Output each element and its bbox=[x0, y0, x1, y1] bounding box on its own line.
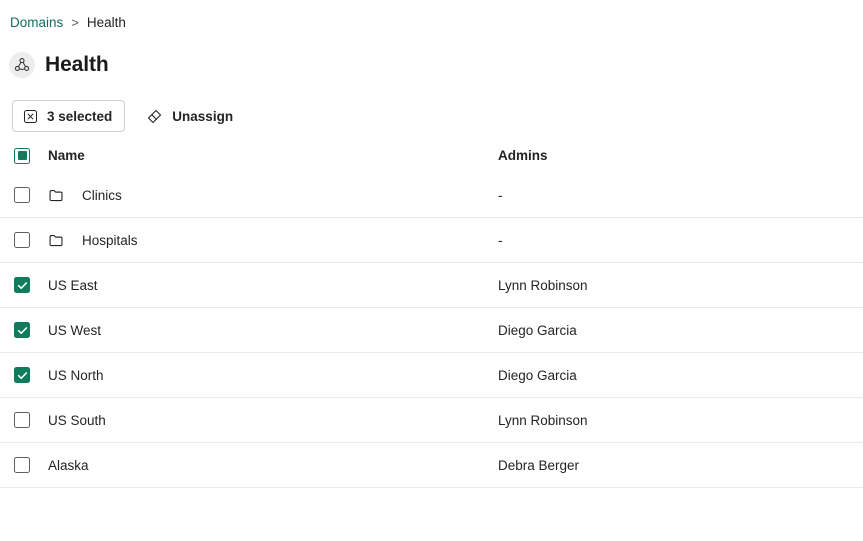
row-checkbox[interactable] bbox=[14, 367, 30, 383]
row-checkbox-cell bbox=[14, 457, 48, 473]
row-checkbox[interactable] bbox=[14, 457, 30, 473]
column-header-name[interactable]: Name bbox=[48, 148, 849, 163]
breadcrumb-current-health: Health bbox=[87, 13, 126, 33]
row-admins-label: Diego Garcia bbox=[498, 323, 577, 338]
row-name-label: Alaska bbox=[48, 458, 89, 473]
select-all-checkbox[interactable] bbox=[14, 148, 30, 164]
row-checkbox[interactable] bbox=[14, 412, 30, 428]
row-admins-label: Debra Berger bbox=[498, 458, 579, 473]
toolbar: 3 selected Unassign bbox=[12, 100, 242, 132]
row-admins-label: - bbox=[498, 188, 503, 203]
unassign-button[interactable]: Unassign bbox=[137, 100, 242, 132]
selected-count-button[interactable]: 3 selected bbox=[12, 100, 125, 132]
row-name-cell: Alaska bbox=[48, 458, 849, 473]
row-name-label: US West bbox=[48, 323, 101, 338]
table-row[interactable]: US North Diego Garcia bbox=[0, 353, 863, 398]
row-checkbox-cell bbox=[14, 412, 48, 428]
table-header-row: Name Admins bbox=[0, 138, 863, 173]
page-title: Health bbox=[45, 53, 109, 77]
row-checkbox[interactable] bbox=[14, 322, 30, 338]
row-name-label: US North bbox=[48, 368, 104, 383]
breadcrumb-link-domains[interactable]: Domains bbox=[10, 13, 63, 33]
domains-table: Name Admins Clinics - Hospitals - US East Lyn… bbox=[0, 138, 863, 488]
table-row[interactable]: Hospitals - bbox=[0, 218, 863, 263]
table-row[interactable]: Alaska Debra Berger bbox=[0, 443, 863, 488]
row-admins-label: Diego Garcia bbox=[498, 368, 577, 383]
column-header-name-label: Name bbox=[48, 148, 85, 163]
table-row[interactable]: US South Lynn Robinson bbox=[0, 398, 863, 443]
page-header: Health bbox=[9, 52, 109, 78]
row-name-label: US East bbox=[48, 278, 98, 293]
row-name-cell: US East bbox=[48, 278, 849, 293]
domain-detail-page: Domains > Health Health 3 selected bbox=[0, 0, 863, 541]
select-all-cell bbox=[14, 148, 48, 164]
breadcrumb: Domains > Health bbox=[10, 13, 126, 33]
row-name-label: US South bbox=[48, 413, 106, 428]
row-checkbox-cell bbox=[14, 367, 48, 383]
row-name-cell: Clinics bbox=[48, 187, 849, 204]
unassign-label: Unassign bbox=[172, 109, 233, 124]
breadcrumb-separator: > bbox=[71, 13, 79, 33]
row-name-label: Clinics bbox=[82, 188, 122, 203]
table-row[interactable]: Clinics - bbox=[0, 173, 863, 218]
table-row[interactable]: US East Lynn Robinson bbox=[0, 263, 863, 308]
x-square-icon bbox=[23, 109, 38, 124]
folder-icon bbox=[48, 232, 82, 249]
table-body: Clinics-Hospitals-US EastLynn RobinsonUS… bbox=[0, 173, 863, 488]
eraser-icon bbox=[146, 108, 163, 125]
selected-count-label: 3 selected bbox=[47, 109, 112, 124]
row-name-cell: US South bbox=[48, 413, 849, 428]
row-checkbox[interactable] bbox=[14, 277, 30, 293]
folder-icon bbox=[48, 187, 82, 204]
row-name-cell: Hospitals bbox=[48, 232, 849, 249]
row-checkbox[interactable] bbox=[14, 232, 30, 248]
row-admins-label: Lynn Robinson bbox=[498, 413, 588, 428]
row-admins-label: Lynn Robinson bbox=[498, 278, 588, 293]
row-name-cell: US West bbox=[48, 323, 849, 338]
row-checkbox-cell bbox=[14, 232, 48, 248]
row-checkbox-cell bbox=[14, 187, 48, 203]
row-name-cell: US North bbox=[48, 368, 849, 383]
row-checkbox-cell bbox=[14, 277, 48, 293]
column-header-admins[interactable]: Admins bbox=[498, 148, 548, 163]
table-row[interactable]: US West Diego Garcia bbox=[0, 308, 863, 353]
row-admins-label: - bbox=[498, 233, 503, 248]
row-checkbox-cell bbox=[14, 322, 48, 338]
row-checkbox[interactable] bbox=[14, 187, 30, 203]
row-name-label: Hospitals bbox=[82, 233, 138, 248]
column-header-admins-label: Admins bbox=[498, 148, 548, 163]
domain-network-icon bbox=[9, 52, 35, 78]
